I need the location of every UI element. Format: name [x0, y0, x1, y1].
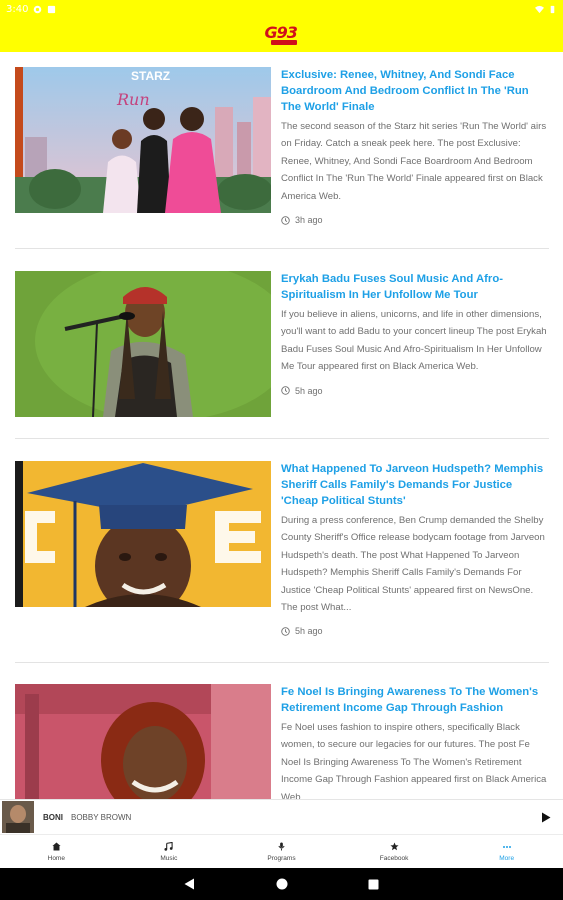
app-header: G93: [0, 18, 563, 52]
nav-label: Facebook: [379, 854, 409, 862]
play-icon: [542, 812, 551, 822]
home-icon: [52, 842, 61, 851]
sync-icon: [34, 5, 42, 13]
system-navigation-bar: [0, 868, 563, 900]
run-the-world-image: STARZ Run: [15, 67, 271, 213]
nav-label: Programs: [267, 854, 296, 862]
now-playing-song: BONI: [43, 812, 63, 822]
article-excerpt: The second season of the Starz hit serie…: [281, 121, 547, 202]
nav-music[interactable]: Music: [113, 835, 226, 868]
article-title[interactable]: What Happened To Jarveon Hudspeth? Memph…: [281, 461, 549, 509]
article-thumbnail[interactable]: [15, 461, 271, 607]
battery-icon: [550, 5, 555, 13]
nav-label: Music: [160, 854, 178, 862]
logo-underline: [270, 40, 297, 45]
home-circle-icon: [276, 878, 287, 890]
news-feed[interactable]: STARZ Run Exclusive: Renee, Whitney, And…: [0, 52, 563, 799]
more-dots-icon: [502, 845, 511, 848]
nav-facebook[interactable]: Facebook: [338, 835, 451, 868]
back-button[interactable]: [183, 877, 197, 891]
article-thumbnail[interactable]: [15, 684, 271, 799]
fe-noel-image: [15, 684, 271, 799]
clock-icon: [281, 215, 290, 225]
recents-button[interactable]: [367, 877, 381, 891]
nav-programs[interactable]: Programs: [225, 835, 338, 868]
now-playing-artist: BOBBY BROWN: [71, 812, 132, 822]
article-excerpt: If you believe in aliens, unicorns, and …: [281, 309, 547, 373]
recents-square-icon: [368, 879, 379, 889]
article-thumbnail[interactable]: [15, 271, 271, 417]
music-note-icon: [164, 842, 174, 851]
home-system-button[interactable]: [275, 877, 289, 891]
article-time-text: 5h ago: [295, 626, 323, 637]
nav-home[interactable]: Home: [0, 835, 113, 868]
article-divider: [15, 662, 549, 663]
album-art: [2, 801, 34, 833]
erykah-badu-image: [15, 271, 271, 417]
jarveon-hudspeth-image: [15, 461, 271, 607]
clock-icon: [281, 627, 290, 636]
article-timestamp: 5h ago: [281, 626, 549, 636]
article-excerpt: Fe Noel uses fashion to inspire others, …: [281, 722, 547, 799]
clock-icon: [281, 386, 290, 395]
nav-more[interactable]: More: [450, 835, 563, 868]
thumb-starz-text: STARZ: [131, 69, 170, 83]
now-playing-bar[interactable]: BONI BOBBY BROWN: [0, 799, 563, 834]
article-title[interactable]: Exclusive: Renee, Whitney, And Sondi Fac…: [281, 67, 549, 115]
article-title[interactable]: Fe Noel Is Bringing Awareness To The Wom…: [281, 684, 549, 716]
star-icon: [390, 842, 399, 851]
article-divider: [15, 438, 549, 439]
wifi-icon: [535, 5, 544, 13]
bottom-navigation: Home Music Programs Facebook More: [0, 834, 563, 868]
article-time-text: 5h ago: [295, 385, 323, 396]
article-excerpt: During a press conference, Ben Crump dem…: [281, 515, 545, 614]
station-logo[interactable]: G93: [265, 23, 299, 47]
status-time: 3:40: [6, 3, 29, 15]
article-timestamp: 5h ago: [281, 386, 549, 396]
article-divider: [15, 248, 549, 249]
svg-text:Run: Run: [116, 90, 150, 109]
nav-label: Home: [47, 854, 65, 862]
status-bar: 3:40: [0, 0, 563, 18]
article-time-text: 3h ago: [295, 215, 323, 226]
back-triangle-icon: [184, 878, 194, 890]
notification-icon: [48, 5, 56, 13]
article-thumbnail[interactable]: STARZ Run: [15, 67, 271, 213]
nav-label: More: [499, 854, 515, 862]
article-title[interactable]: Erykah Badu Fuses Soul Music And Afro-Sp…: [281, 271, 549, 303]
article-timestamp: 3h ago: [281, 215, 549, 225]
play-button[interactable]: [539, 810, 553, 824]
microphone-icon: [278, 842, 285, 851]
